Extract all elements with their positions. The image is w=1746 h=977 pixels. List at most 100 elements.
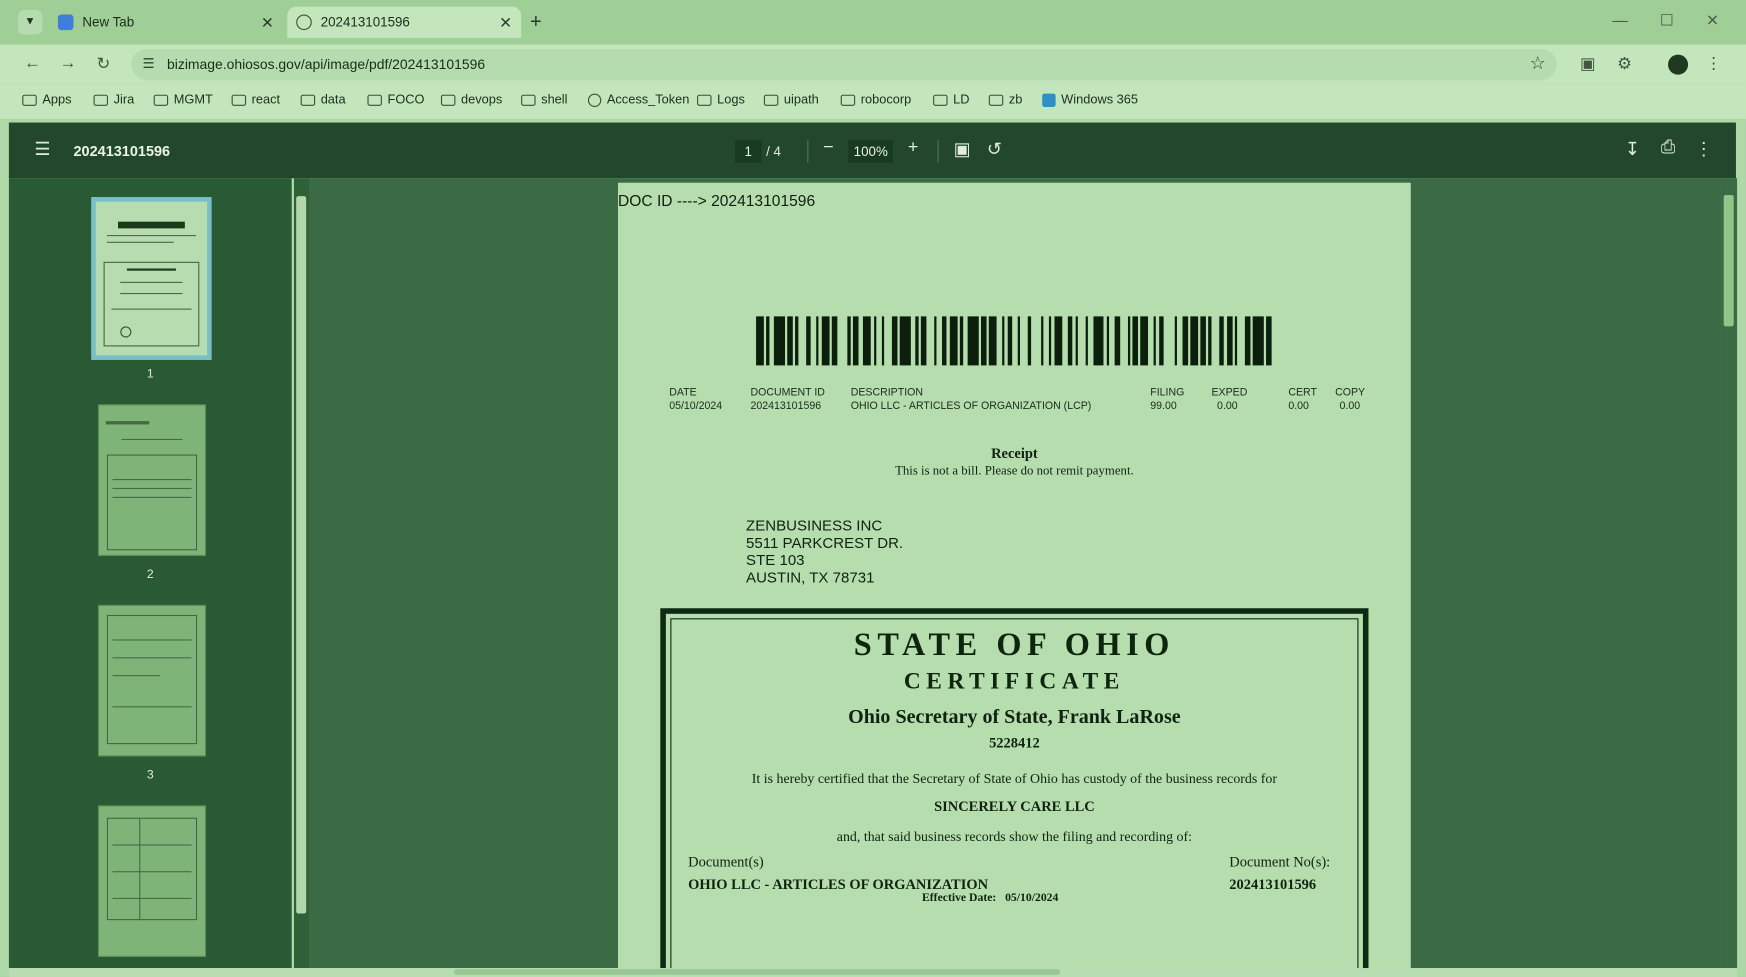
- maximize-icon[interactable]: ☐: [1650, 11, 1683, 30]
- address-line: AUSTIN, TX 78731: [746, 568, 875, 586]
- folder-icon: [153, 94, 169, 106]
- toolbar-divider: [807, 140, 809, 163]
- receipt-cell: 0.00: [1288, 399, 1309, 413]
- zoom-in-icon[interactable]: +: [900, 138, 927, 158]
- site-info-icon[interactable]: ☰: [143, 56, 155, 72]
- bookmark-jira[interactable]: Jira: [93, 93, 135, 107]
- bookmarks-bar: Apps Jira MGMT react data FOCO devops shell Acce…: [0, 84, 1746, 121]
- more-options-icon[interactable]: ⋮: [1690, 138, 1717, 160]
- bookmark-devops[interactable]: devops: [440, 93, 503, 107]
- address-line: STE 103: [746, 551, 805, 569]
- bookmark-label: shell: [541, 93, 568, 107]
- reload-icon[interactable]: ↻: [91, 53, 115, 74]
- lens-icon[interactable]: ▣: [1576, 53, 1600, 74]
- certificate-heading: CERTIFICATE: [903, 667, 1125, 695]
- bookmark-logs[interactable]: Logs: [697, 94, 745, 107]
- bookmark-label: devops: [460, 93, 503, 107]
- rotate-icon[interactable]: ↺: [981, 138, 1008, 160]
- bookmark-react[interactable]: react: [231, 94, 280, 107]
- address-bar[interactable]: ☰ bizimage.ohiosos.gov/api/image/pdf/202…: [131, 49, 1557, 81]
- doc-id-line: DOC ID ----> 202413101596: [617, 191, 816, 210]
- browser-menu-icon[interactable]: ⋮: [1701, 53, 1725, 74]
- zoom-out-icon[interactable]: −: [815, 138, 842, 158]
- fit-page-icon[interactable]: ▣: [949, 138, 976, 160]
- folder-icon: [367, 94, 382, 106]
- page-number-input[interactable]: 1: [734, 140, 762, 163]
- bookmark-label: Jira: [113, 93, 135, 107]
- thumbnail-page-2[interactable]: [97, 404, 206, 556]
- certificate-statement-2: and, that said business records show the…: [836, 828, 1193, 845]
- bookmark-access-token[interactable]: Access_Token: [587, 93, 689, 107]
- bookmark-label: MGMT: [173, 93, 213, 107]
- folder-icon: [22, 94, 37, 106]
- back-arrow-icon[interactable]: ←: [20, 53, 44, 72]
- bookmark-label: uipath: [783, 93, 819, 107]
- bookmark-foco[interactable]: FOCO: [367, 93, 425, 107]
- bookmark-shell[interactable]: shell: [521, 93, 568, 107]
- browser-window: ▼ New Tab ✕ 202413101596 ✕ + — ☐ ✕ ← → ↻…: [0, 0, 1746, 977]
- document-no-label: Document No(s):: [1229, 853, 1331, 871]
- globe-favicon-icon: [296, 14, 312, 31]
- bookmark-mgmt[interactable]: MGMT: [153, 93, 213, 107]
- zoom-level-input[interactable]: 100%: [848, 140, 894, 163]
- forward-arrow-icon[interactable]: →: [56, 53, 80, 72]
- close-window-icon[interactable]: ✕: [1696, 11, 1729, 30]
- bookmark-windows-365[interactable]: Windows 365: [1042, 93, 1138, 107]
- document-no-value: 202413101596: [1229, 875, 1317, 893]
- close-tab-icon[interactable]: ✕: [261, 13, 274, 32]
- thumbnail-page-3[interactable]: [97, 604, 206, 757]
- pdf-page-1: DOC ID ----> 202413101596 Receipt This i…: [617, 182, 1411, 969]
- receipt-cell: 202413101596: [750, 399, 822, 413]
- bookmark-star-icon[interactable]: ☆: [1530, 52, 1546, 74]
- bookmark-zb[interactable]: zb: [988, 94, 1022, 107]
- receipt-cell: 0.00: [1217, 399, 1238, 413]
- sidebar-menu-icon[interactable]: ☰: [29, 138, 56, 160]
- tab-strip: ▼ New Tab ✕ 202413101596 ✕ + — ☐ ✕: [0, 0, 1746, 45]
- tab-active-pdf[interactable]: 202413101596 ✕: [287, 6, 522, 38]
- close-tab-icon[interactable]: ✕: [499, 13, 512, 32]
- folder-icon: [521, 94, 536, 106]
- bookmark-apps[interactable]: Apps: [22, 93, 72, 107]
- tab-search-button[interactable]: ▼: [17, 10, 43, 35]
- address-line: 5511 PARKCREST DR.: [746, 534, 904, 551]
- tab-new-tab[interactable]: New Tab ✕: [49, 7, 283, 38]
- windows-365-icon: [1042, 93, 1056, 107]
- horizontal-scrollbar-thumb[interactable]: [454, 969, 1061, 975]
- receipt-cell: 0.00: [1339, 399, 1361, 413]
- url-text: bizimage.ohiosos.gov/api/image/pdf/20241…: [167, 56, 486, 73]
- download-icon[interactable]: ↧: [1619, 138, 1646, 160]
- print-icon[interactable]: ⎙: [1655, 138, 1682, 158]
- sidebar-scrollbar-thumb[interactable]: [296, 196, 307, 914]
- globe-icon: [587, 93, 602, 107]
- bookmark-data[interactable]: data: [300, 94, 346, 107]
- effective-date-label: Effective Date:: [921, 892, 997, 905]
- new-tab-plus-icon[interactable]: +: [530, 10, 542, 33]
- pdf-viewer: DOC ID ----> 202413101596 Receipt This i…: [309, 178, 1722, 969]
- thumbnail-page-4[interactable]: [97, 805, 206, 957]
- minimize-icon[interactable]: —: [1603, 11, 1636, 29]
- certificate-statement: It is hereby certified that the Secretar…: [751, 770, 1278, 787]
- receipt-cell: 99.00: [1150, 399, 1177, 413]
- thumbnail-page-1[interactable]: [91, 197, 212, 360]
- bookmark-label: robocorp: [860, 93, 912, 107]
- bookmark-label: FOCO: [387, 93, 425, 107]
- pdf-toolbar: ☰ 202413101596 1 / 4 − 100% + ▣ ↺ ↧ ⎙ ⋮: [8, 122, 1736, 179]
- extensions-icon[interactable]: ⚙: [1612, 53, 1636, 74]
- receipt-cell: 05/10/2024: [669, 399, 723, 413]
- bookmark-robocorp[interactable]: robocorp: [840, 93, 912, 107]
- entity-name: SINCERELY CARE LLC: [934, 797, 1095, 815]
- viewer-scrollbar-thumb[interactable]: [1723, 194, 1734, 327]
- effective-date: Effective Date: 05/10/2024: [922, 892, 1058, 904]
- bookmark-ld[interactable]: LD: [933, 94, 970, 107]
- page-count: / 4: [766, 143, 781, 160]
- receipt-header-description: DESCRIPTION: [850, 386, 924, 399]
- profile-avatar[interactable]: [1668, 54, 1689, 75]
- folder-icon: [763, 94, 779, 106]
- receipt-header-cert: CERT: [1288, 386, 1317, 399]
- document-title: 202413101596: [73, 142, 171, 160]
- folder-icon: [933, 94, 948, 106]
- bookmark-label: Apps: [42, 93, 72, 107]
- receipt-header-document-id: DOCUMENT ID: [750, 386, 825, 399]
- bookmark-uipath[interactable]: uipath: [763, 93, 819, 107]
- receipt-header-filing: FILING: [1150, 386, 1185, 399]
